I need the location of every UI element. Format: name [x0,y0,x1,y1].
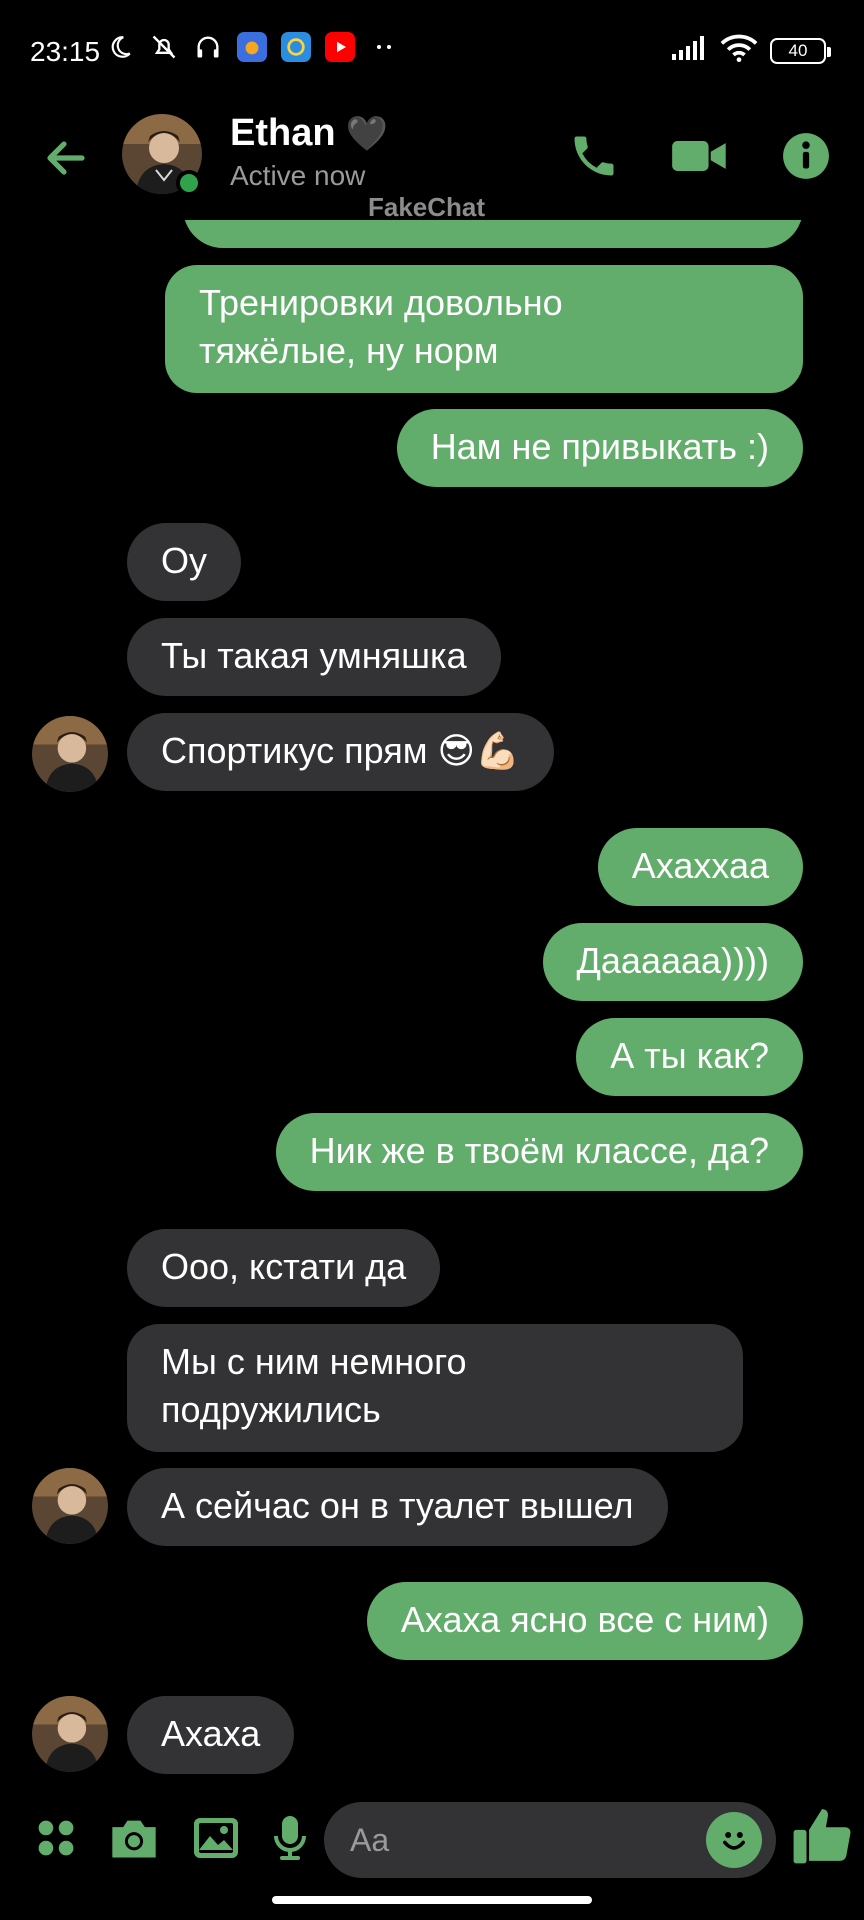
emoji: 😎💪🏻 [437,730,520,771]
message-input[interactable] [350,1802,710,1878]
composer-bar [0,1790,864,1900]
gallery-icon [194,1818,238,1858]
battery-icon: 40 [770,37,831,64]
message-list[interactable]: Тренировки довольно тяжёлые, ну норм Нам… [0,220,864,1790]
message-outgoing[interactable]: Тренировки довольно тяжёлые, ну норм [165,265,803,393]
message-outgoing[interactable] [183,220,803,248]
chat-screen: 23:15 40 Ethan 🖤 Active now FakeChat Тре… [0,0,864,1920]
message-text: Ооо, кстати да [161,1246,407,1287]
online-indicator [176,170,202,196]
headphones-icon [193,32,223,62]
status-bar: 23:15 40 [0,0,864,100]
chat-header: Ethan 🖤 Active now FakeChat [0,100,864,222]
info-button[interactable] [776,126,836,186]
voice-message-button[interactable] [262,1810,318,1866]
bell-muted-icon [149,32,179,62]
emoji-icon [723,1832,745,1850]
app-cloud-icon [237,32,267,62]
message-text-line: Мы с ним немного [161,1341,467,1382]
like-button[interactable] [790,1800,854,1870]
home-indicator[interactable] [272,1896,592,1904]
message-text-line: подружились [161,1389,381,1430]
arrow-left-icon [47,141,85,175]
message-outgoing[interactable]: Ахаххаа [597,828,803,906]
back-button[interactable] [38,130,94,186]
message-text-line: Тренировки довольно [199,282,563,323]
message-text: Ник же в твоём классе, да? [309,1130,769,1171]
apps-icon [38,1820,74,1856]
message-incoming[interactable]: Мы с ним немного подружились [127,1324,743,1452]
info-icon [783,133,829,179]
avatar[interactable] [32,716,108,792]
message-text: Ты такая умняшка [161,635,467,676]
status-icons-left [105,32,399,62]
message-outgoing[interactable]: Даааааа)))) [542,923,803,1001]
message-incoming[interactable]: А сейчас он в туалет вышел [127,1468,668,1546]
avatar[interactable] [32,1468,108,1544]
message-incoming[interactable]: Спортикус прям 😎💪🏻 [127,713,554,791]
voice-call-button[interactable] [564,126,624,186]
contact-name-text: Ethan [230,112,336,154]
camera-button[interactable] [106,1810,162,1866]
status-time: 23:15 [30,36,101,67]
message-text: Ахаха ясно все с ним) [400,1599,769,1640]
app-blue-icon [281,32,311,62]
heart-emoji: 🖤 [345,114,388,153]
message-incoming[interactable]: Ахаха [127,1696,295,1774]
message-input-box[interactable] [324,1802,776,1878]
emoji-button[interactable] [706,1812,762,1868]
apps-button[interactable] [28,1810,84,1866]
video-call-button[interactable] [670,126,730,186]
message-outgoing[interactable]: Ник же в твоём классе, да? [275,1113,803,1191]
message-text: Ахаха [161,1713,261,1754]
wifi-icon [720,34,758,67]
message-text: Спортикус прям [161,730,428,771]
message-text: Оу [161,540,208,581]
message-outgoing[interactable]: А ты как? [576,1018,803,1096]
message-incoming[interactable]: Оу [127,523,242,601]
status-icons-right: 40 [670,34,831,67]
phone-icon [574,136,614,176]
gallery-button[interactable] [188,1810,244,1866]
avatar[interactable] [32,1696,108,1772]
message-incoming[interactable]: Ты такая умняшка [127,618,501,696]
microphone-icon [274,1816,306,1860]
thumbs-up-icon [793,1809,851,1864]
message-text-line: тяжёлые, ну норм [199,330,499,371]
video-call-icon [672,141,726,171]
message-outgoing[interactable]: Ахаха ясно все с ним) [366,1582,803,1660]
more-dots-icon [369,32,399,62]
camera-icon [112,1820,156,1858]
youtube-icon [325,32,355,62]
message-outgoing[interactable]: Нам не привыкать :) [396,409,803,487]
message-text: А сейчас он в туалет вышел [161,1485,634,1526]
moon-icon [105,32,135,62]
contact-status: Active now [230,160,366,191]
message-text: А ты как? [610,1035,769,1076]
signal-icon [670,34,708,67]
contact-name[interactable]: Ethan 🖤 [230,112,388,155]
watermark: FakeChat [368,192,486,222]
message-text: Нам не привыкать :) [430,426,769,467]
message-text: Даааааа)))) [576,940,769,981]
battery-level: 40 [788,40,808,60]
message-incoming[interactable]: Ооо, кстати да [127,1229,441,1307]
message-text: Ахаххаа [631,845,769,886]
